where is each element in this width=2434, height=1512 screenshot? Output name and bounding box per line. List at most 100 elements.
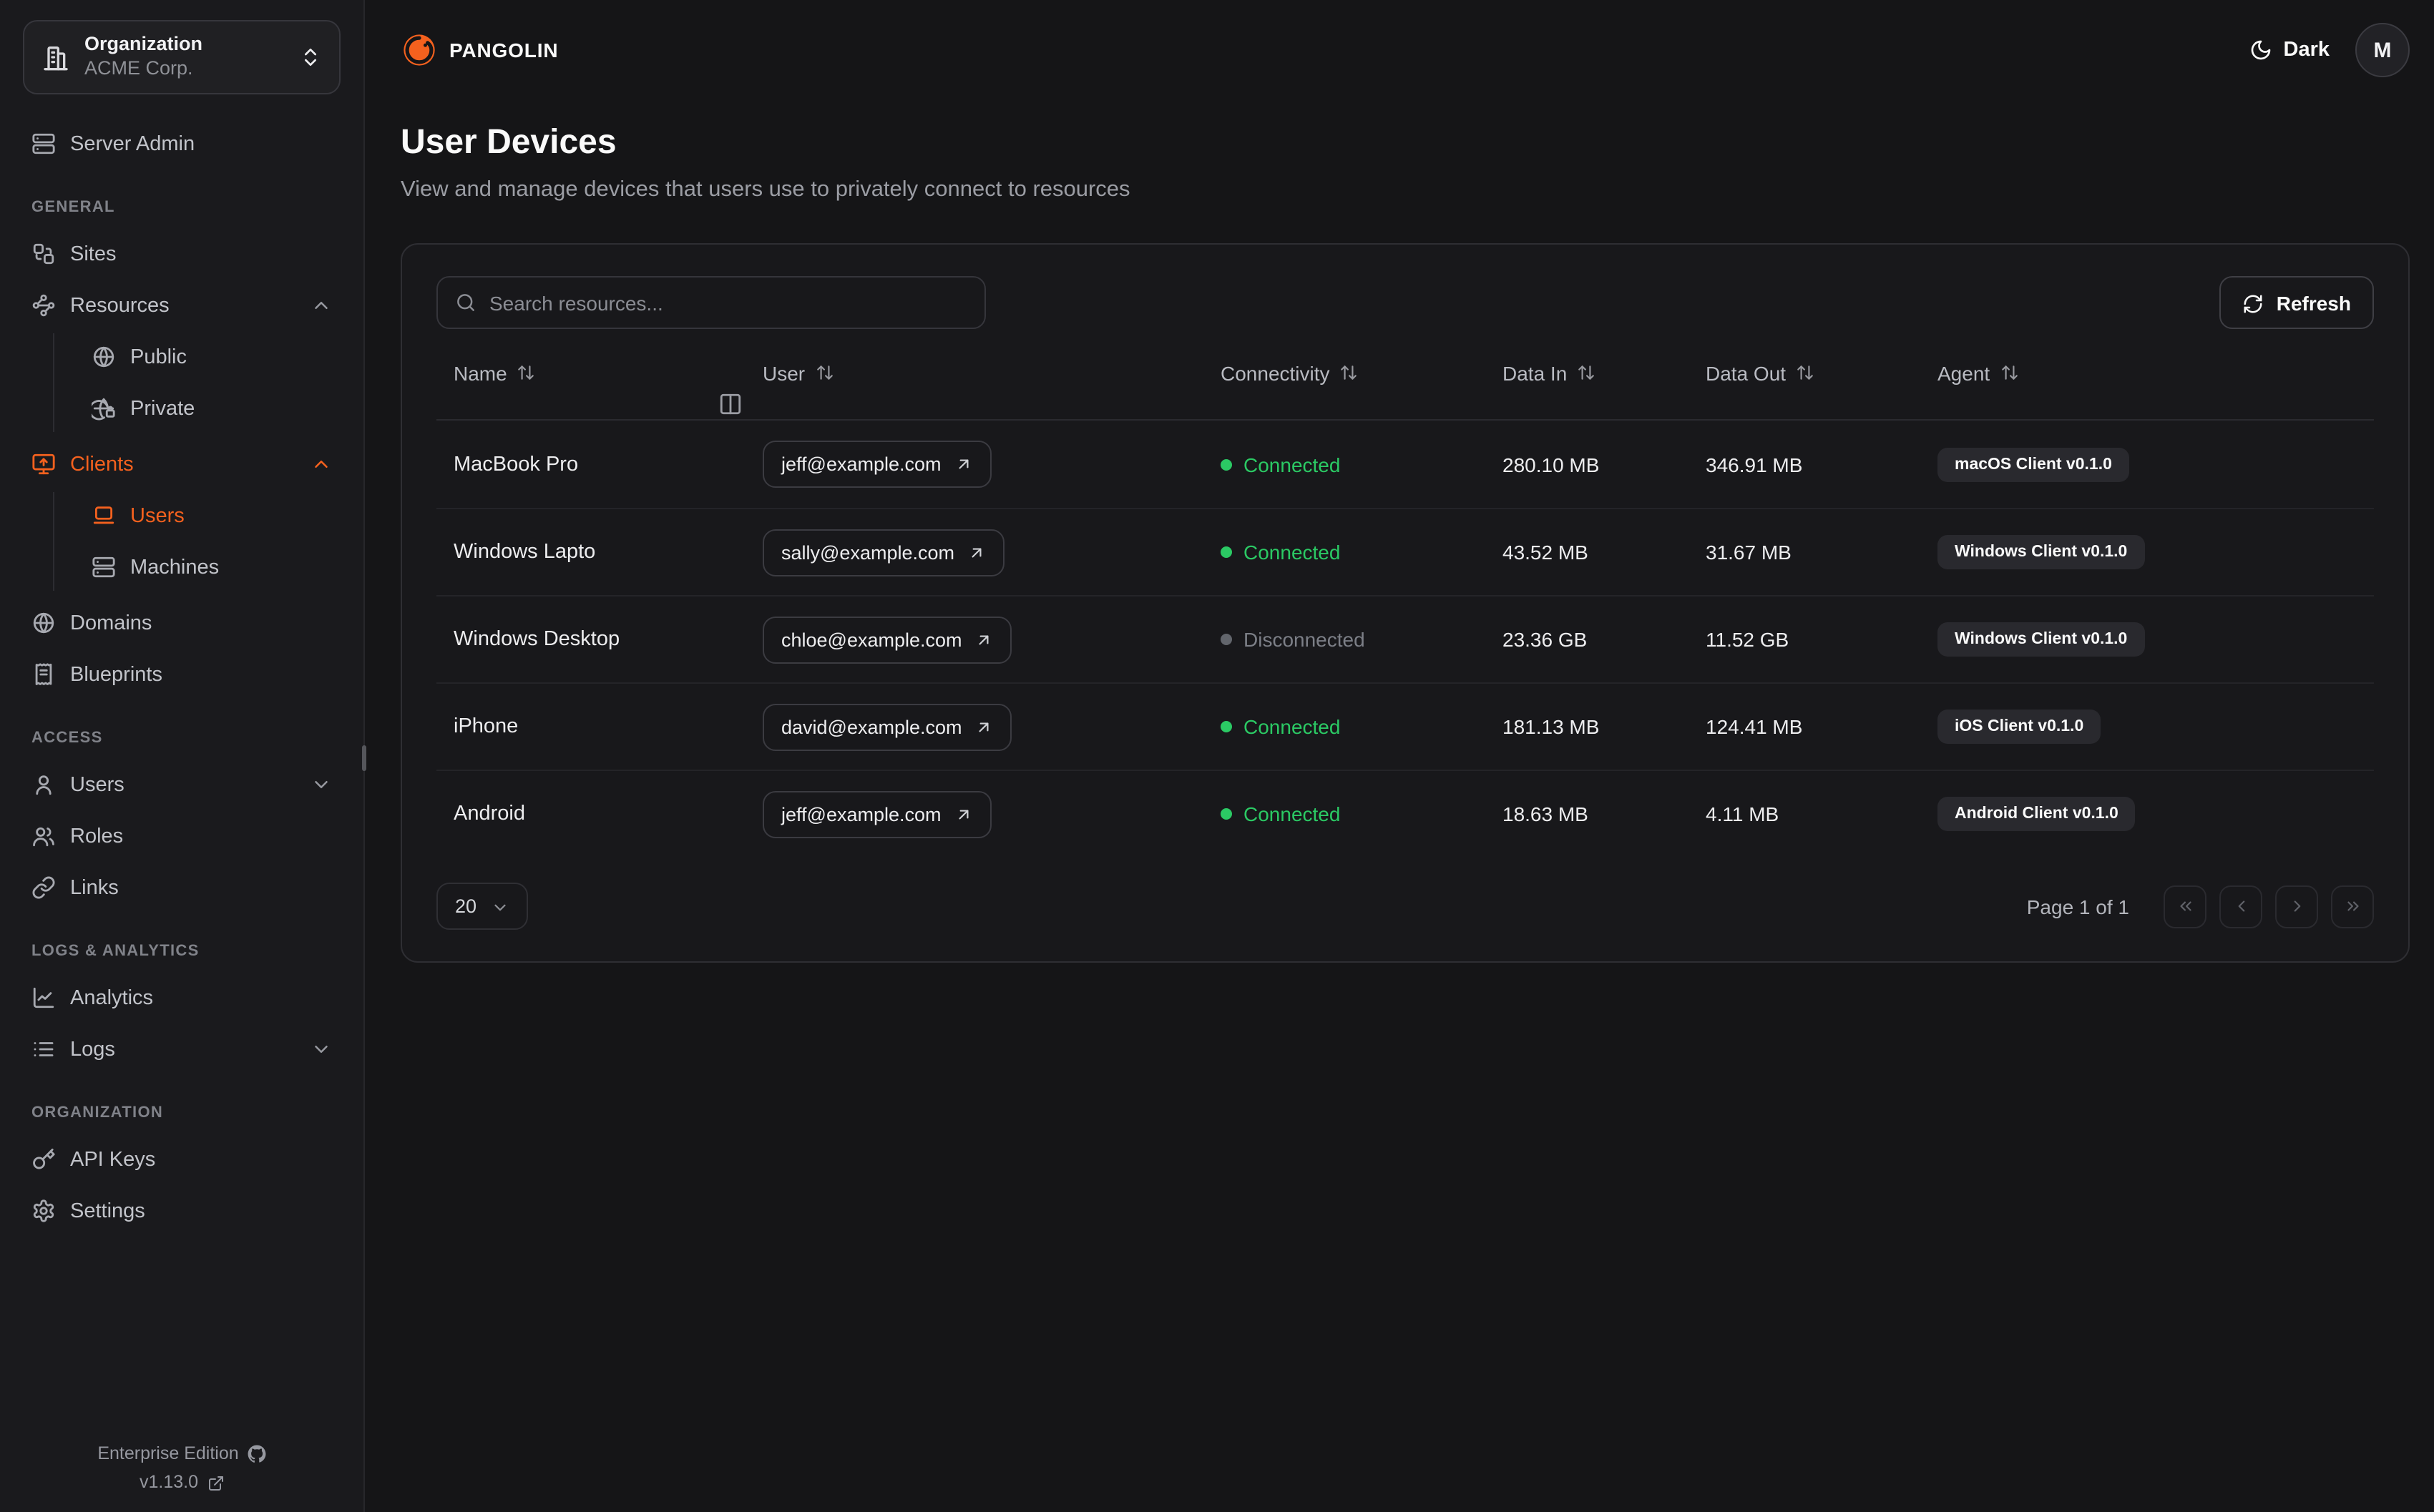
column-header-data-in[interactable]: Data In — [1485, 361, 1688, 384]
data-in-value: 280.10 MB — [1502, 453, 1600, 476]
search-input[interactable] — [489, 291, 967, 314]
previous-page-button[interactable] — [2219, 885, 2262, 928]
column-header-label: Data Out — [1706, 361, 1787, 384]
sidebar-item-label: Private — [130, 397, 195, 420]
first-page-button[interactable] — [2164, 885, 2206, 928]
sidebar-nav: Server Admin GENERAL Sites Resources Public P… — [23, 120, 341, 1234]
waypoints-icon — [32, 294, 55, 317]
sidebar-item-logs[interactable]: Logs — [23, 1026, 341, 1073]
data-in-value: 23.36 GB — [1502, 628, 1588, 651]
sidebar-item-label: Public — [130, 345, 187, 368]
arrow-up-right-icon — [972, 547, 982, 557]
sidebar-item-settings[interactable]: Settings — [23, 1187, 341, 1234]
user-email: jeff@example.com — [781, 803, 942, 825]
user-link-button[interactable]: jeff@example.com — [763, 790, 992, 838]
sidebar-item-links[interactable]: Links — [23, 864, 341, 911]
key-icon — [33, 1148, 55, 1169]
column-header-agent[interactable]: Agent — [1920, 361, 2374, 384]
sidebar-item-resources[interactable]: Resources — [23, 282, 341, 329]
sidebar-item-private[interactable]: Private — [83, 385, 341, 432]
org-picker[interactable]: Organization ACME Corp. — [23, 20, 341, 94]
sort-icon — [2001, 365, 2018, 380]
sidebar-footer: Enterprise Edition v1.13.0 — [0, 1435, 363, 1492]
status-label: Connected — [1243, 453, 1341, 476]
pangolin-logo-icon — [401, 31, 438, 69]
org-picker-label: Organization — [84, 33, 203, 55]
sidebar-item-label: Clients — [70, 453, 134, 476]
globe-icon — [93, 346, 114, 368]
column-header-data-out[interactable]: Data Out — [1688, 361, 1920, 384]
sidebar-item-label: Links — [70, 876, 119, 899]
column-header-connectivity[interactable]: Connectivity — [1203, 361, 1485, 384]
data-out-value: 11.52 GB — [1706, 628, 1789, 651]
sidebar-item-server-admin[interactable]: Server Admin — [23, 120, 341, 167]
toggle-columns-button[interactable] — [718, 391, 743, 416]
sites-icon — [33, 243, 54, 265]
arrow-up-right-icon — [979, 634, 989, 644]
chevrons-up-down-icon — [305, 48, 316, 66]
sort-icon — [1341, 365, 1357, 380]
column-header-user[interactable]: User — [746, 361, 1203, 384]
device-name: Android — [454, 802, 525, 825]
search-box — [436, 276, 986, 329]
theme-toggle-button[interactable]: Dark — [2249, 39, 2330, 62]
user-link-button[interactable]: david@example.com — [763, 703, 1012, 750]
sidebar-item-users[interactable]: Users — [83, 492, 341, 539]
sidebar-item-label: API Keys — [70, 1148, 156, 1171]
monitor-up-icon — [32, 453, 55, 475]
page-subtitle: View and manage devices that users use t… — [401, 177, 1130, 202]
sidebar-item-api-keys[interactable]: API Keys — [23, 1136, 341, 1183]
table-row: MacBook Pro jeff@example.com Connected 280.… — [436, 421, 2374, 508]
agent-badge: Windows Client v0.1.0 — [1937, 535, 2145, 569]
chevron-up-icon — [315, 302, 328, 309]
column-header-label: Agent — [1937, 361, 1990, 384]
avatar[interactable]: M — [2355, 23, 2410, 77]
next-page-button[interactable] — [2275, 885, 2318, 928]
edition-label: Enterprise Edition — [97, 1443, 239, 1463]
version-link[interactable]: v1.13.0 — [0, 1472, 363, 1492]
sidebar-item-machines[interactable]: Machines — [83, 544, 341, 591]
arrow-up-right-icon — [979, 722, 989, 732]
user-link-button[interactable]: jeff@example.com — [763, 441, 992, 488]
sidebar-item-sites[interactable]: Sites — [23, 230, 341, 278]
column-header-label: User — [763, 361, 806, 384]
sidebar-item-domains[interactable]: Domains — [23, 599, 341, 647]
sidebar-item-label: Server Admin — [70, 132, 195, 155]
agent-badge: Windows Client v0.1.0 — [1937, 622, 2145, 657]
edition-link[interactable]: Enterprise Edition — [0, 1443, 363, 1463]
data-out-value: 346.91 MB — [1706, 453, 1803, 476]
refresh-button[interactable]: Refresh — [2219, 276, 2374, 329]
app-root: Organization ACME Corp. Server Admin GENE… — [0, 0, 2434, 1512]
page-size-select[interactable]: 20 — [436, 883, 529, 930]
chevron-down-icon — [491, 895, 509, 917]
receipt-icon — [35, 663, 52, 685]
sidebar-item-analytics[interactable]: Analytics — [23, 974, 341, 1021]
sidebar: Organization ACME Corp. Server Admin GENE… — [0, 0, 366, 1512]
chevron-down-icon — [315, 781, 328, 788]
column-header-name[interactable]: Name — [436, 361, 746, 384]
sidebar-item-roles[interactable]: Roles — [23, 813, 341, 860]
devices-card: Refresh Name User Connectivity Data In Data … — [401, 243, 2410, 963]
agent-badge: Android Client v0.1.0 — [1937, 797, 2136, 831]
user-link-button[interactable]: chloe@example.com — [763, 616, 1012, 663]
user-email: chloe@example.com — [781, 629, 962, 650]
sidebar-item-clients[interactable]: Clients — [23, 441, 341, 488]
chart-icon — [33, 987, 54, 1008]
last-page-button[interactable] — [2331, 885, 2374, 928]
laptop-icon — [93, 506, 114, 524]
refresh-icon — [2242, 290, 2264, 315]
data-out-value: 31.67 MB — [1706, 541, 1792, 564]
connectivity-status: Disconnected — [1221, 628, 1485, 651]
theme-toggle-label: Dark — [2283, 38, 2330, 62]
sort-icon — [1578, 365, 1595, 380]
agent-badge: macOS Client v0.1.0 — [1937, 447, 2129, 481]
user-email: david@example.com — [781, 716, 962, 737]
globe-icon — [33, 612, 54, 634]
sidebar-item-users[interactable]: Users — [23, 761, 341, 808]
connectivity-status: Connected — [1221, 715, 1485, 738]
user-link-button[interactable]: sally@example.com — [763, 529, 1005, 576]
sidebar-item-blueprints[interactable]: Blueprints — [23, 651, 341, 698]
brand[interactable]: PANGOLIN — [401, 31, 558, 69]
github-icon — [248, 1445, 266, 1463]
sidebar-item-public[interactable]: Public — [83, 333, 341, 381]
